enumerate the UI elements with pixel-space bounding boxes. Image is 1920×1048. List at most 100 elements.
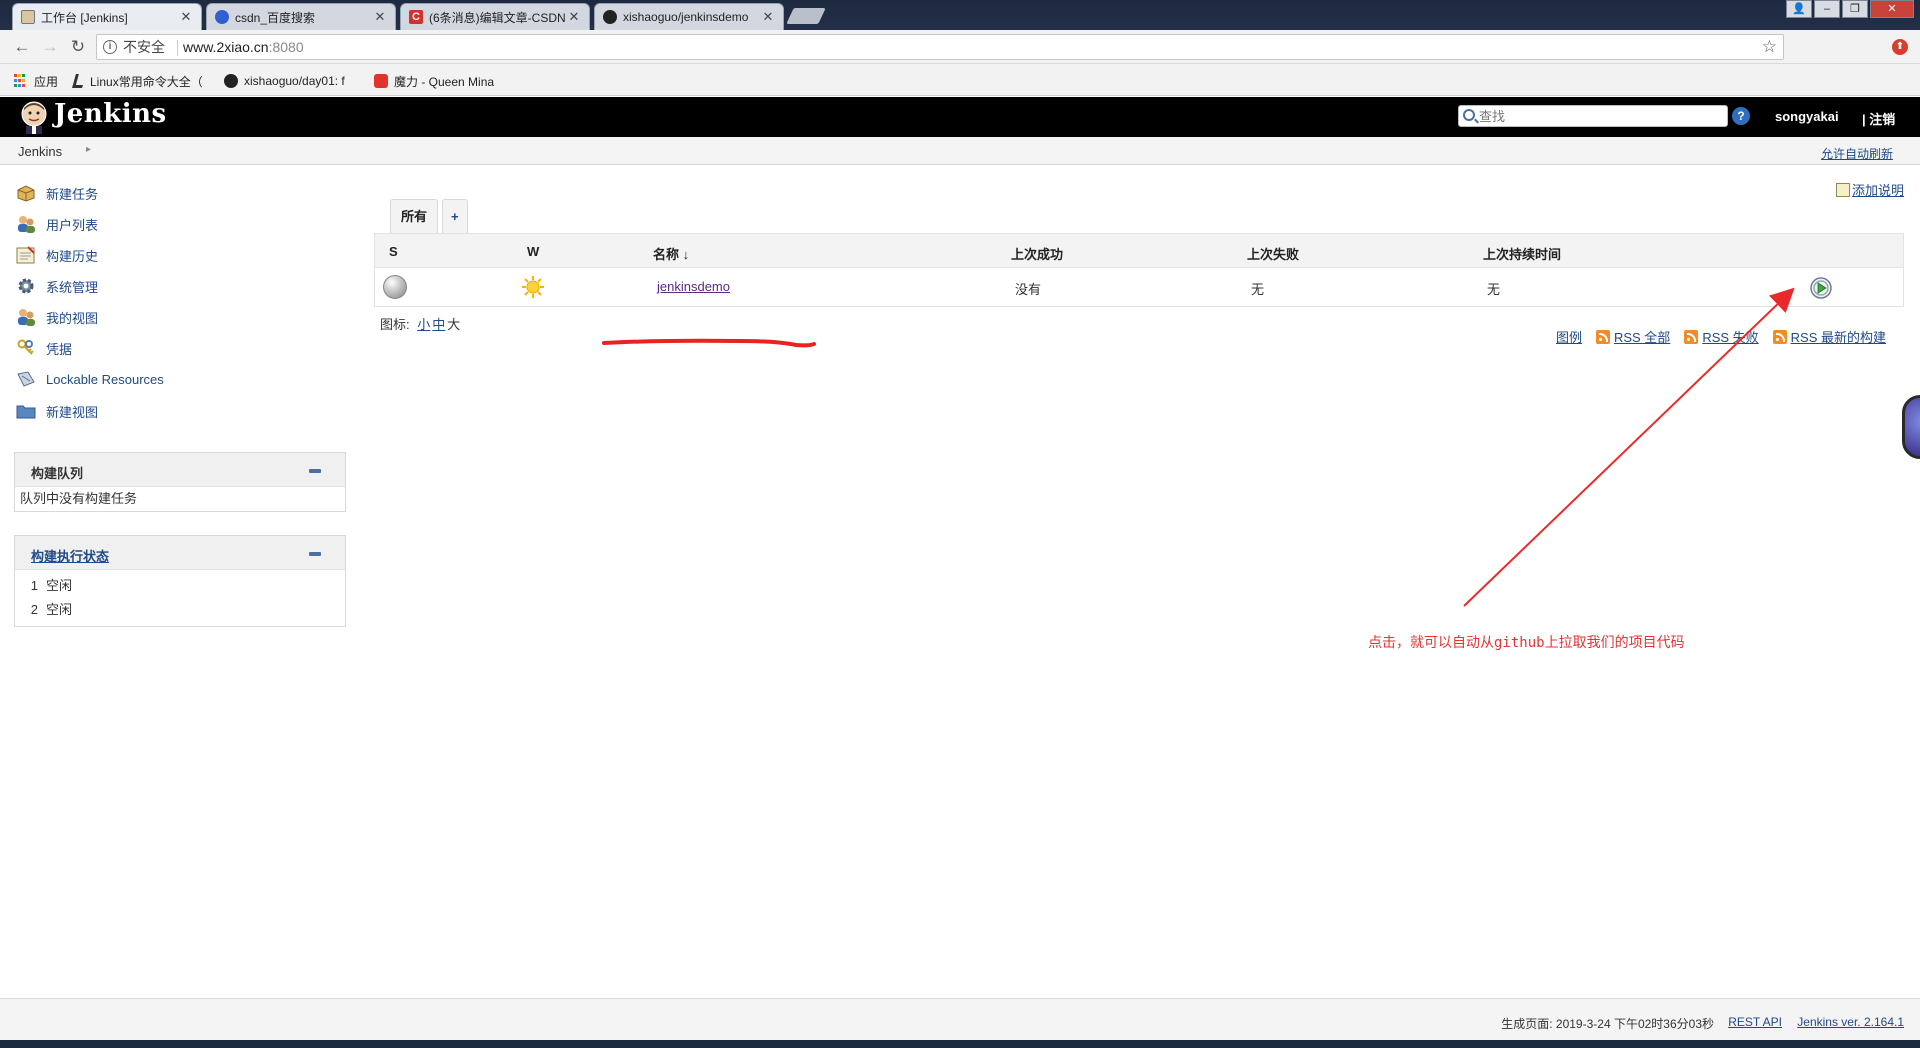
bookmark-queen-mina[interactable]: 魔力 - Queen Mina: [374, 72, 494, 90]
tab-title: csdn_百度搜索: [235, 10, 316, 25]
sidebar-item-lockable-resources[interactable]: Lockable Resources: [16, 368, 164, 390]
browser-tab-jenkins[interactable]: 工作台 [Jenkins] ✕: [12, 3, 202, 30]
sidebar-item-label: Lockable Resources: [46, 371, 164, 387]
edit-description-icon: [1835, 182, 1850, 197]
music-app-icon: [374, 74, 388, 88]
github-icon: [224, 74, 238, 88]
column-status[interactable]: S: [389, 244, 398, 259]
gear-icon: [16, 277, 36, 295]
jenkins-logo-text[interactable]: Jenkins: [54, 99, 167, 129]
search-input[interactable]: [1479, 107, 1719, 125]
sidebar-item-new-job[interactable]: 新建任务: [16, 182, 98, 204]
folder-icon: [16, 402, 36, 420]
logout-link[interactable]: | 注销: [1862, 109, 1895, 128]
jenkins-butler-logo-icon[interactable]: [18, 100, 50, 134]
executor-list: 1 空闲 2 空闲: [15, 570, 345, 626]
reload-button[interactable]: ↻: [66, 36, 90, 58]
job-link-jenkinsdemo[interactable]: jenkinsdemo: [657, 279, 730, 294]
browser-tab-github[interactable]: xishaoguo/jenkinsdemo ✕: [594, 3, 784, 30]
notepad-icon: [16, 246, 36, 264]
jenkins-version-link[interactable]: Jenkins ver. 2.164.1: [1797, 1015, 1904, 1029]
user-profile-button[interactable]: 👤: [1786, 0, 1812, 18]
bookmark-star-icon[interactable]: ☆: [1762, 35, 1777, 59]
column-last-failure[interactable]: 上次失败: [1247, 244, 1299, 263]
executor-status-title[interactable]: 构建执行状态: [31, 546, 109, 565]
sidebar-item-new-view[interactable]: 新建视图: [16, 400, 98, 422]
back-button[interactable]: ←: [10, 36, 34, 58]
username-link[interactable]: songyakai: [1775, 109, 1839, 124]
new-package-icon: [16, 184, 36, 202]
icon-size-small[interactable]: 小: [417, 317, 430, 332]
column-name-label: 名称: [653, 247, 680, 262]
executor-number: 1: [30, 578, 38, 593]
sort-arrow-icon: ↓: [682, 247, 690, 262]
help-icon[interactable]: ?: [1732, 107, 1750, 125]
close-icon[interactable]: ✕: [761, 9, 775, 25]
sidebar-item-build-history[interactable]: 构建历史: [16, 244, 98, 266]
omnibox[interactable]: i 不安全 www.2xiao.cn:8080 ☆: [96, 34, 1784, 60]
sidebar-item-manage-jenkins[interactable]: 系统管理: [16, 275, 98, 297]
table-header: S W 名称 ↓ 上次成功 上次失败 上次持续时间: [375, 234, 1903, 268]
sidebar-item-credentials[interactable]: 凭据: [16, 337, 72, 359]
executor-number: 2: [30, 602, 38, 617]
search-box[interactable]: [1458, 105, 1728, 127]
browser-tab-csdn[interactable]: C (6条消息)编辑文章-CSDN ✕: [400, 3, 590, 30]
executor-status-pane: 构建执行状态 1 空闲 2 空闲: [14, 535, 346, 627]
window-close-button[interactable]: ✕: [1870, 0, 1914, 18]
add-description-link[interactable]: 添加说明: [1835, 180, 1904, 199]
breadcrumb-arrow-icon[interactable]: ▸: [86, 144, 91, 155]
column-weather[interactable]: W: [527, 244, 539, 259]
schedule-build-icon[interactable]: [1809, 276, 1833, 300]
column-last-success[interactable]: 上次成功: [1011, 244, 1063, 263]
annotation-underline: [602, 338, 816, 348]
baidu-paw-icon: [215, 10, 229, 24]
bookmark-apps[interactable]: 应用: [14, 72, 58, 90]
build-queue-pane: 构建队列 队列中没有构建任务: [14, 452, 346, 512]
new-tab-button[interactable]: [786, 8, 826, 24]
collapse-icon[interactable]: [309, 469, 321, 473]
sidebar-item-my-views[interactable]: 我的视图: [16, 306, 98, 328]
csdn-icon: C: [409, 10, 423, 24]
icon-size-medium[interactable]: 中: [432, 317, 445, 332]
bookmark-linux-commands[interactable]: Linux常用命令大全（: [72, 72, 203, 90]
tab-title: 工作台 [Jenkins]: [41, 10, 128, 25]
sidebar-item-label: 新建视图: [46, 404, 99, 420]
list-item: 2 空闲: [15, 598, 345, 622]
icon-size-large: 大: [447, 317, 461, 332]
url-text[interactable]: www.2xiao.cn:8080: [183, 35, 304, 59]
close-icon[interactable]: ✕: [179, 9, 193, 25]
add-description-label: 添加说明: [1851, 183, 1904, 198]
view-tabs: 所有 +: [390, 199, 472, 233]
page-generated-text: 生成页面: 2019-3-24 下午02时36分03秒: [1501, 1017, 1714, 1031]
bookmark-github-day01[interactable]: xishaoguo/day01: f: [224, 72, 345, 90]
breadcrumb-jenkins[interactable]: Jenkins: [18, 144, 62, 159]
omnibox-divider: [177, 40, 178, 56]
close-icon[interactable]: ✕: [567, 9, 581, 25]
minimize-button[interactable]: ‒: [1814, 0, 1840, 18]
column-last-duration[interactable]: 上次持续时间: [1483, 244, 1561, 263]
bookmark-label: Linux常用命令大全（: [90, 74, 203, 89]
address-toolbar: ← → ↻ i 不安全 www.2xiao.cn:8080 ☆ ⬆: [0, 30, 1920, 64]
info-icon[interactable]: i: [103, 40, 117, 54]
collapse-icon[interactable]: [309, 552, 321, 556]
last-success-value: 没有: [1015, 282, 1042, 297]
extension-icon[interactable]: ⬆: [1892, 39, 1908, 55]
forward-button[interactable]: →: [38, 36, 62, 58]
sidebar-item-people[interactable]: 用户列表: [16, 213, 98, 235]
maximize-button[interactable]: ❐: [1842, 0, 1868, 18]
rest-api-link[interactable]: REST API: [1728, 1015, 1782, 1029]
sunny-weather-icon[interactable]: [521, 275, 545, 299]
tab-all[interactable]: 所有: [390, 199, 439, 233]
jenkins-favicon-icon: [21, 10, 35, 24]
security-label[interactable]: 不安全: [123, 35, 165, 59]
github-icon: [603, 10, 617, 24]
browser-tab-baidu[interactable]: csdn_百度搜索 ✕: [206, 3, 396, 30]
floating-assistant-icon[interactable]: [1902, 395, 1920, 459]
column-name[interactable]: 名称 ↓: [653, 244, 689, 263]
tab-add-view[interactable]: +: [442, 199, 468, 233]
status-ball-icon[interactable]: [383, 275, 407, 299]
apps-grid-icon: [14, 74, 28, 88]
executor-status: 空闲: [46, 602, 73, 617]
auto-refresh-link[interactable]: 允许自动刷新: [1821, 145, 1893, 162]
close-icon[interactable]: ✕: [373, 9, 387, 25]
